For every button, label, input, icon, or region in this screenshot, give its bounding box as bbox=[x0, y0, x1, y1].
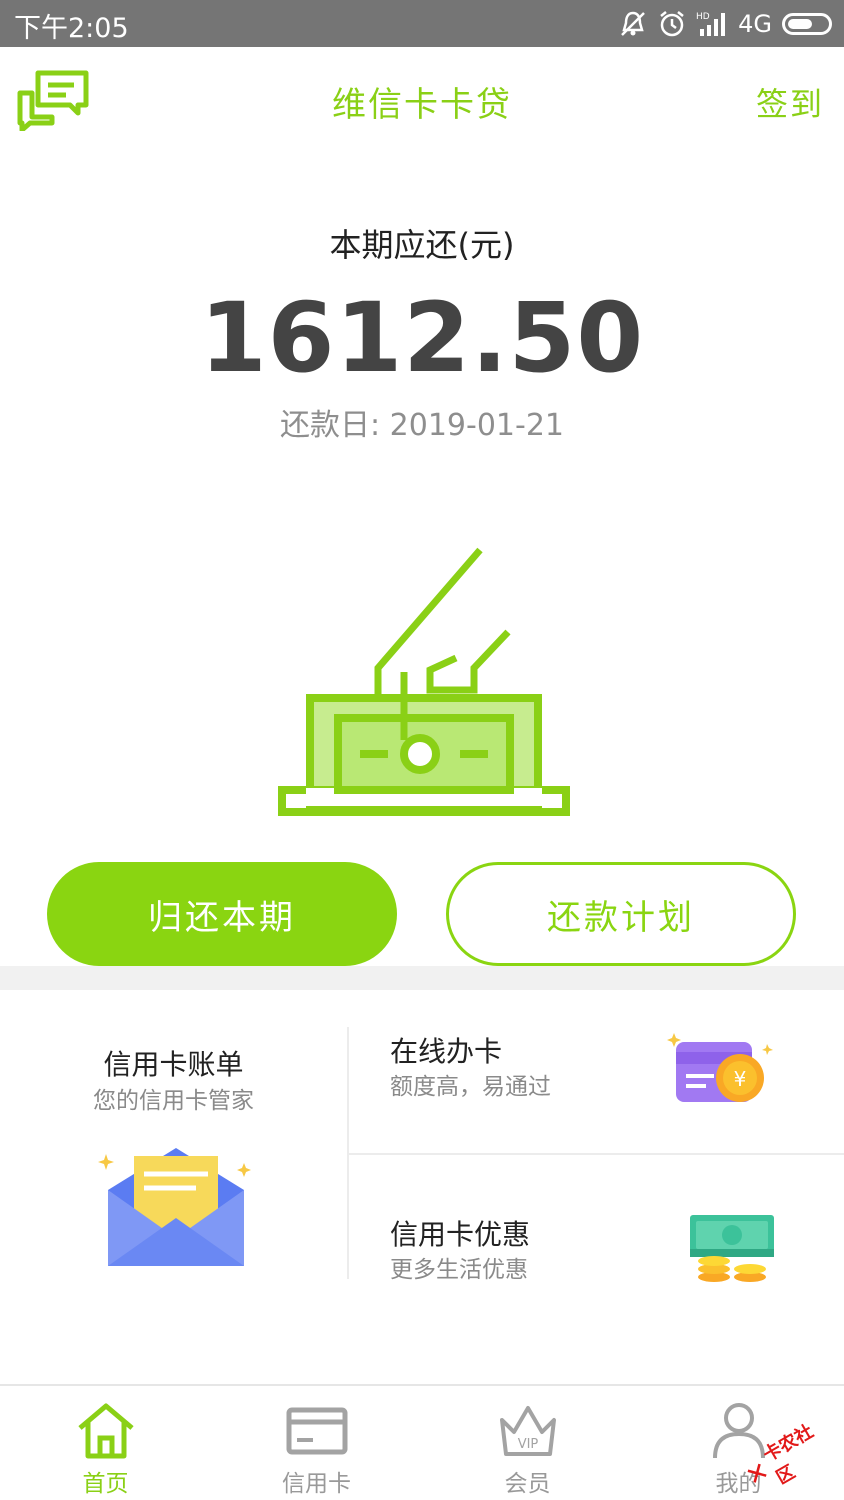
nav-card-label: 信用卡 bbox=[282, 1471, 351, 1497]
section-divider bbox=[0, 966, 844, 990]
home-icon bbox=[77, 1403, 134, 1459]
signal-icon: HD bbox=[696, 12, 726, 36]
repay-current-button[interactable]: 归还本期 bbox=[47, 862, 397, 966]
alarm-icon bbox=[660, 11, 684, 37]
feature-bill-subtitle: 您的信用卡管家 bbox=[93, 1088, 254, 1114]
feature-promo-title: 信用卡优惠 bbox=[390, 1218, 531, 1251]
mute-icon bbox=[621, 11, 646, 36]
status-time: 下午2:05 bbox=[14, 13, 129, 44]
feature-online-subtitle: 额度高，易通过 bbox=[390, 1074, 551, 1100]
signal-hd-label: HD bbox=[696, 12, 710, 22]
status-icons: HD 4G bbox=[618, 6, 832, 42]
hand-cash-icon bbox=[278, 547, 570, 816]
due-date-prefix: 还款日: bbox=[279, 408, 390, 443]
nav-member[interactable]: VIP 会员 bbox=[422, 1386, 633, 1500]
app-header: 维信卡卡贷 签到 bbox=[0, 47, 844, 157]
feature-promo-subtitle: 更多生活优惠 bbox=[390, 1257, 528, 1283]
card-icon bbox=[286, 1407, 347, 1455]
nav-member-label: 会员 bbox=[504, 1471, 551, 1497]
due-amount: 1612.50 bbox=[199, 282, 645, 394]
credit-card-coin-icon: ¥ bbox=[667, 1033, 773, 1102]
battery-icon bbox=[782, 13, 832, 35]
page-title: 维信卡卡贷 bbox=[332, 85, 512, 125]
due-date-value: 2019-01-21 bbox=[389, 408, 564, 443]
envelope-icon bbox=[98, 1148, 251, 1266]
grid-divider-horizontal bbox=[349, 1153, 844, 1155]
nav-home-label: 首页 bbox=[82, 1471, 129, 1497]
feature-bill-title: 信用卡账单 bbox=[103, 1048, 244, 1081]
svg-text:VIP: VIP bbox=[517, 1437, 538, 1452]
status-bar: 下午2:05 HD 4G bbox=[0, 0, 844, 47]
bottom-nav: 首页 信用卡 VIP 会员 我的 bbox=[0, 1384, 844, 1500]
sign-in-button[interactable]: 签到 bbox=[756, 79, 824, 125]
cash-coins-icon bbox=[690, 1215, 774, 1282]
vip-crown-icon: VIP bbox=[499, 1406, 556, 1456]
due-date: 还款日: 2019-01-21 bbox=[0, 400, 844, 444]
nav-home[interactable]: 首页 bbox=[0, 1386, 211, 1500]
nav-card[interactable]: 信用卡 bbox=[211, 1386, 422, 1500]
due-label: 本期应还(元) bbox=[329, 226, 515, 264]
svg-text:¥: ¥ bbox=[734, 1067, 747, 1091]
repayment-plan-button[interactable]: 还款计划 bbox=[446, 862, 796, 966]
feature-online-title: 在线办卡 bbox=[390, 1035, 503, 1068]
network-type: 4G bbox=[738, 10, 772, 38]
